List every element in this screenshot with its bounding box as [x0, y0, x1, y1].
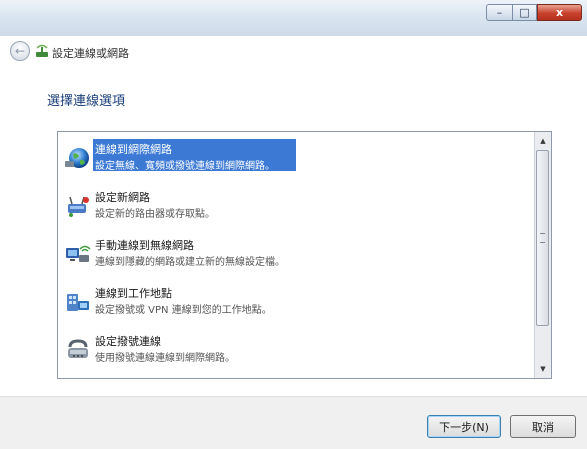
- grip-icon: [540, 233, 545, 243]
- maximize-icon: □: [519, 6, 530, 19]
- chevron-up-icon: ▲: [540, 137, 546, 145]
- dialup-modem-icon: [68, 339, 88, 358]
- back-arrow-icon: ←: [14, 44, 26, 58]
- option-new-network[interactable]: 設定新網路 設定新的路由器或存取點。: [60, 186, 530, 230]
- option-title: 設定撥號連線: [95, 335, 161, 348]
- back-button[interactable]: ←: [10, 41, 30, 61]
- option-description: 設定撥號或 VPN 連線到您的工作地點。: [95, 305, 272, 316]
- scroll-thumb[interactable]: [536, 150, 549, 326]
- cancel-button[interactable]: 取消: [510, 415, 576, 438]
- wizard-header: ← 設定連線或網路: [0, 36, 587, 68]
- option-title: 連線到網際網路: [95, 143, 172, 156]
- close-icon: x: [555, 6, 564, 19]
- wireless-network-icon: [66, 245, 91, 262]
- option-workplace[interactable]: 連線到工作地點 設定撥號或 VPN 連線到您的工作地點。: [60, 282, 530, 326]
- wizard-footer: 下一步(N) 取消: [0, 396, 587, 449]
- chevron-down-icon: ▼: [540, 365, 546, 373]
- scroll-down-button[interactable]: ▼: [535, 361, 551, 377]
- option-title: 連線到工作地點: [95, 287, 172, 300]
- option-description: 設定新的路由器或存取點。: [95, 209, 215, 220]
- option-manual-wireless[interactable]: 手動連線到無線網路 連線到隱藏的網路或建立新的無線設定檔。: [60, 234, 530, 278]
- window-title-bar[interactable]: – □ x: [0, 0, 587, 37]
- workplace-icon: [67, 294, 89, 311]
- connection-options-list[interactable]: 連線到網際網路 設定無線、寬頻或撥號連線到網際網路。 設定新網路 設定新的路由器…: [57, 131, 552, 379]
- close-button[interactable]: x: [537, 4, 582, 21]
- next-button[interactable]: 下一步(N): [427, 415, 501, 438]
- network-wizard-icon: [36, 44, 48, 57]
- wizard-title: 設定連線或網路: [52, 47, 129, 60]
- page-heading: 選擇連線選項: [47, 94, 126, 109]
- minimize-button[interactable]: –: [486, 4, 512, 21]
- minimize-icon: –: [496, 6, 503, 19]
- globe-icon: [65, 148, 89, 168]
- router-icon: [68, 196, 89, 217]
- option-dialup[interactable]: 設定撥號連線 使用撥號連線連線到網際網路。: [60, 330, 530, 374]
- option-connect-internet[interactable]: 連線到網際網路 設定無線、寬頻或撥號連線到網際網路。: [60, 138, 530, 182]
- option-description: 使用撥號連線連線到網際網路。: [95, 353, 235, 364]
- option-description: 連線到隱藏的網路或建立新的無線設定檔。: [95, 257, 285, 268]
- scroll-up-button[interactable]: ▲: [535, 133, 551, 149]
- vertical-scrollbar[interactable]: ▲ ▼: [534, 132, 551, 378]
- maximize-button[interactable]: □: [512, 4, 537, 21]
- option-title: 手動連線到無線網路: [95, 239, 194, 252]
- option-description: 設定無線、寬頻或撥號連線到網際網路。: [95, 161, 275, 172]
- option-title: 設定新網路: [95, 191, 150, 204]
